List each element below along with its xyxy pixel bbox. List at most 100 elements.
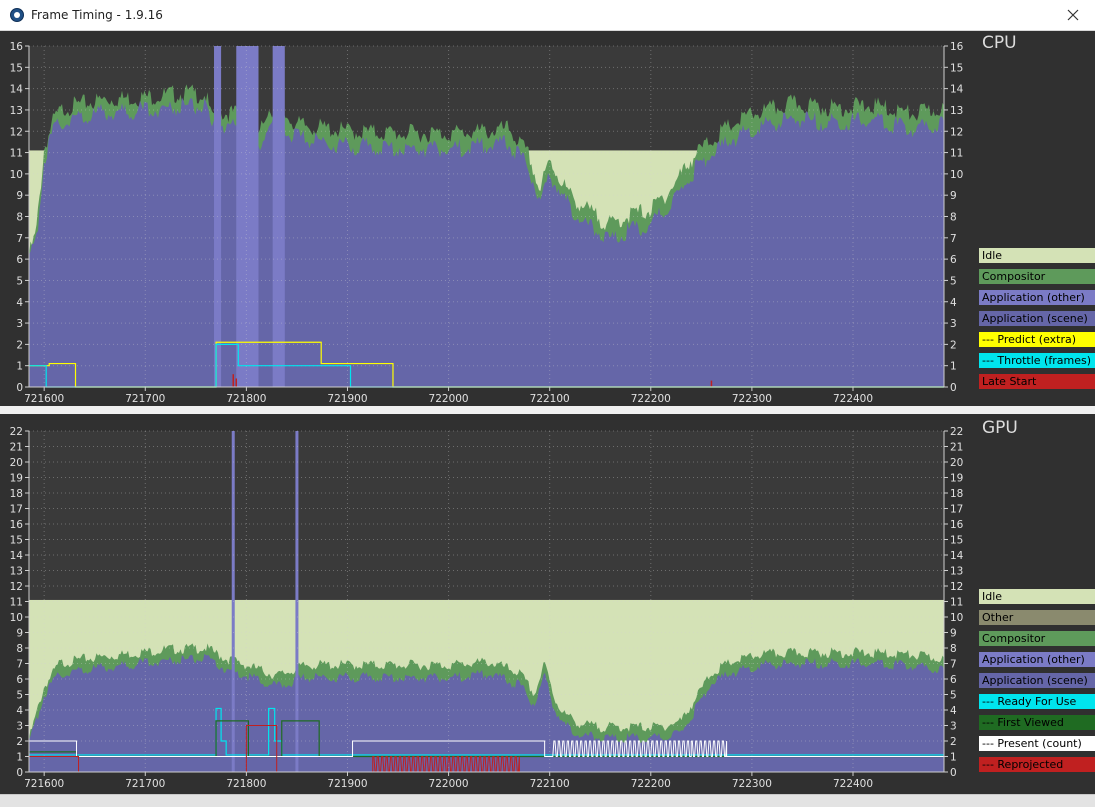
gpu-legend-item: Application (other) [979,652,1095,667]
gpu-tick-label-right: 2 [950,736,957,748]
gpu-tick-label-right: 19 [950,473,963,485]
gpu-tick-label-left: 2 [16,736,23,748]
gpu-tick-label-left: 16 [10,519,24,531]
gpu-chart[interactable]: 0 01 12 23 34 45 56 67 78 89 910 1011 1112 1213 1314 14… [0,414,975,794]
gpu-tick-label-right: 18 [950,488,963,500]
cpu-panel-title: CPU [982,33,1017,53]
cpu-tick-label-left: 8 [16,212,23,224]
panel-separator[interactable] [0,406,1095,414]
cpu-tick-label-right: 14 [950,84,964,96]
cpu-tick-label-right: 3 [950,318,957,330]
gpu-tick-label-right: 17 [950,504,963,516]
close-icon [1067,9,1079,21]
cpu-tick-label-x: 722000 [429,393,469,405]
gpu-tick-label-right: 7 [950,659,957,671]
gpu-tick-label-right: 21 [950,442,963,454]
gpu-tick-label-x: 722200 [631,778,671,790]
cpu-tick-label-right: 15 [950,62,963,74]
cpu-tick-label-x: 721800 [226,393,266,405]
gpu-tick-label-right: 11 [950,597,963,609]
gpu-legend-item: --- First Viewed [979,715,1095,730]
cpu-tick-label-right: 10 [950,169,963,181]
gpu-tick-label-left: 13 [10,566,23,578]
cpu-tick-label-left: 0 [16,382,23,394]
window-titlebar: Frame Timing - 1.9.16 [0,0,1095,31]
gpu-tick-label-x: 721700 [125,778,165,790]
gpu-legend-item: Other [979,610,1095,625]
cpu-spike [232,374,234,387]
cpu-legend-item: Idle [979,248,1095,263]
gpu-tick-label-right: 0 [950,767,957,779]
cpu-tick-label-left: 14 [10,84,24,96]
cpu-tick-label-left: 6 [16,254,23,266]
cpu-tick-label-left: 9 [16,190,23,202]
gpu-legend-item: Idle [979,589,1095,604]
gpu-tick-label-left: 9 [16,628,23,640]
gpu-tick-label-left: 1 [16,752,23,764]
gpu-legend-item: Compositor [979,631,1095,646]
cpu-tick-label-x: 721700 [125,393,165,405]
gpu-legend-item: --- Reprojected [979,757,1095,772]
cpu-tick-label-left: 5 [16,275,23,287]
cpu-tick-label-left: 7 [16,233,23,245]
app-icon [10,8,24,22]
gpu-tick-label-left: 22 [10,426,23,438]
cpu-tick-label-x: 722100 [530,393,570,405]
gpu-legend-item: Application (scene) [979,673,1095,688]
gpu-tick-label-left: 0 [16,767,23,779]
cpu-tick-label-left: 4 [16,297,23,309]
cpu-tick-label-right: 2 [950,339,957,351]
gpu-legend-item: --- Ready For Use [979,694,1095,709]
cpu-bar-application-other [272,46,285,387]
cpu-tick-label-left: 16 [10,41,24,53]
horizontal-scrollbar[interactable] [0,794,1095,807]
gpu-tick-label-right: 16 [950,519,964,531]
cpu-tick-label-right: 16 [950,41,964,53]
gpu-tick-label-right: 3 [950,721,957,733]
gpu-tick-label-left: 3 [16,721,23,733]
gpu-legend: Idle Other Compositor Application (other) Ap… [979,589,1095,778]
cpu-legend-item: --- Throttle (frames) [979,353,1095,368]
cpu-tick-label-left: 15 [10,62,23,74]
gpu-tick-label-left: 19 [10,473,23,485]
cpu-tick-label-left: 13 [10,105,23,117]
cpu-legend-item: Compositor [979,269,1095,284]
gpu-tick-label-right: 20 [950,457,963,469]
cpu-legend: Idle Compositor Application (other) Applica… [979,248,1095,395]
cpu-tick-label-x: 721900 [327,393,367,405]
cpu-tick-label-right: 0 [950,382,957,394]
cpu-legend-item: Application (other) [979,290,1095,305]
gpu-tick-label-left: 15 [10,535,23,547]
cpu-tick-label-right: 6 [950,254,957,266]
gpu-tick-label-x: 721800 [226,778,266,790]
gpu-tick-label-x: 722400 [833,778,873,790]
gpu-tick-label-right: 14 [950,550,964,562]
gpu-tick-label-right: 10 [950,612,963,624]
gpu-tick-label-right: 13 [950,566,963,578]
gpu-tick-label-left: 14 [10,550,24,562]
cpu-tick-label-left: 12 [10,126,23,138]
gpu-tick-label-left: 5 [16,690,23,702]
close-button[interactable] [1051,0,1095,31]
cpu-chart[interactable]: 0 01 12 23 34 45 56 67 78 89 910 1011 1112 1213 1314 14… [0,31,975,406]
cpu-tick-label-right: 1 [950,361,957,373]
cpu-tick-label-x: 721600 [24,393,64,405]
gpu-tick-label-right: 22 [950,426,963,438]
cpu-legend-item: Late Start [979,374,1095,389]
cpu-tick-label-left: 10 [10,169,23,181]
gpu-tick-label-right: 12 [950,581,963,593]
cpu-tick-label-right: 9 [950,190,957,202]
gpu-tick-label-right: 5 [950,690,957,702]
gpu-tick-label-left: 6 [16,674,23,686]
cpu-tick-label-left: 2 [16,339,23,351]
cpu-panel: 0 0 1 1 2 2 3 3 4 4 5 5 6 6 7 7 8 8 9 9 10 10 11 11 12 12 13 13 14 14… [0,31,1095,406]
cpu-tick-label-right: 4 [950,297,957,309]
gpu-tick-label-x: 721600 [24,778,64,790]
cpu-tick-label-x: 722300 [732,393,772,405]
gpu-tick-label-right: 1 [950,752,957,764]
cpu-tick-label-left: 11 [10,148,23,160]
gpu-tick-label-left: 8 [16,643,23,655]
cpu-bar-application-other [236,46,259,387]
window-title: Frame Timing - 1.9.16 [31,8,163,22]
gpu-tick-label-left: 10 [10,612,23,624]
